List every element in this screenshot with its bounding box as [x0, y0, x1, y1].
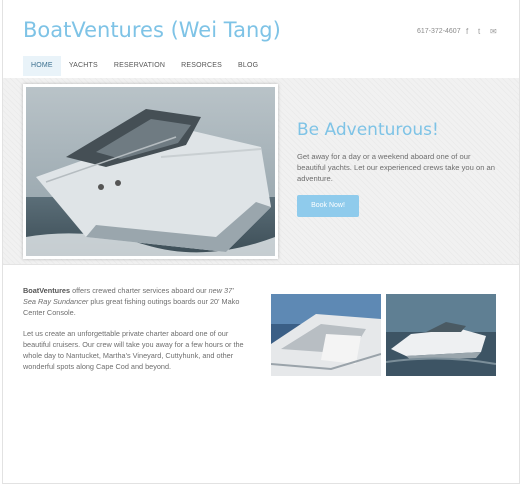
gallery-image-cruiser[interactable]	[385, 294, 497, 376]
about-paragraph-1: BoatVentures offers crewed charter servi…	[23, 285, 248, 318]
brand-name: BoatVentures	[23, 286, 71, 295]
about-text-span: offers crewed charter services aboard ou…	[70, 286, 209, 295]
about-text: BoatVentures offers crewed charter servi…	[23, 285, 248, 382]
nav-item-yachts[interactable]: YACHTS	[61, 56, 106, 76]
main-nav: HOME YACHTS RESERVATION RESORCES BLOG	[23, 56, 266, 76]
book-now-button[interactable]: Book Now!	[297, 195, 359, 217]
hero-description: Get away for a day or a weekend aboard o…	[297, 152, 495, 183]
nav-item-resources[interactable]: RESORCES	[173, 56, 230, 76]
site-title[interactable]: BoatVentures (Wei Tang)	[23, 18, 281, 42]
gallery-image-interior[interactable]	[270, 294, 382, 376]
hero-heading: Be Adventurous!	[297, 120, 439, 140]
hero-boat-image	[23, 84, 278, 259]
phone-number: 617-372-4607	[417, 28, 461, 35]
about-paragraph-2: Let us create an unforgettable private c…	[23, 329, 244, 371]
nav-item-home[interactable]: HOME	[23, 56, 61, 76]
nav-item-blog[interactable]: BLOG	[230, 56, 266, 76]
hero-section: Be Adventurous! Get away for a day or a …	[3, 78, 519, 265]
facebook-icon[interactable]: f	[466, 27, 468, 36]
twitter-icon[interactable]: t	[478, 27, 480, 36]
email-icon[interactable]: ✉	[490, 27, 497, 36]
nav-item-reservation[interactable]: RESERVATION	[106, 56, 173, 76]
